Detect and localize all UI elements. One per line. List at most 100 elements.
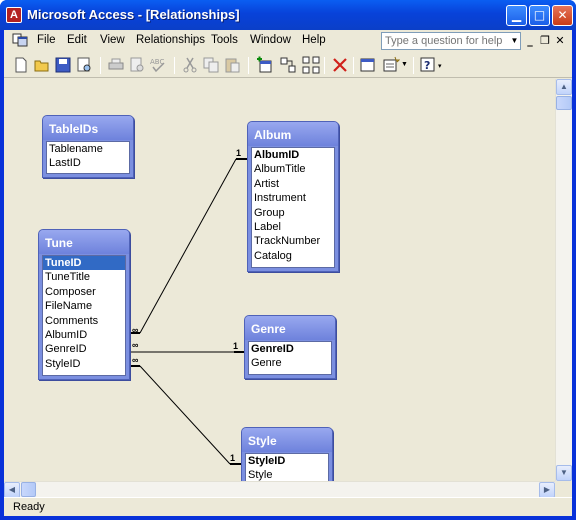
relationships-workspace: ∞ 1 ∞ 1 ∞ 1 TableIDs Tablename LastID Al… xyxy=(4,79,572,497)
field-artist[interactable]: Artist xyxy=(252,177,334,191)
title-bar: A Microsoft Access - [Relationships] ▁ □… xyxy=(0,0,576,30)
new-object-dropdown-icon[interactable]: ▼ xyxy=(401,56,409,74)
scroll-down-icon[interactable]: ▼ xyxy=(556,465,572,481)
save-icon[interactable] xyxy=(54,56,72,74)
field-list: TuneID TuneTitle Composer FileName Comme… xyxy=(42,255,126,376)
field-composer[interactable]: Composer xyxy=(43,285,125,299)
menu-edit[interactable]: Edit xyxy=(67,34,87,46)
table-tune[interactable]: Tune TuneID TuneTitle Composer FileName … xyxy=(38,229,130,380)
one-marker-genre: 1 xyxy=(233,341,239,351)
table-tableids[interactable]: TableIDs Tablename LastID xyxy=(42,115,134,178)
table-title[interactable]: Tune xyxy=(39,230,129,254)
access-app-icon[interactable]: A xyxy=(6,7,22,23)
table-album[interactable]: Album AlbumID AlbumTitle Artist Instrume… xyxy=(247,121,339,272)
field-catalog[interactable]: Catalog xyxy=(252,249,334,263)
menu-help-label: Help xyxy=(302,34,326,46)
one-marker-album: 1 xyxy=(236,148,242,158)
table-title[interactable]: Style xyxy=(242,428,332,452)
child-restore-button[interactable]: ❐ xyxy=(539,34,551,47)
toolbar-options-icon[interactable]: ▾ xyxy=(438,56,446,74)
field-genreid[interactable]: GenreID xyxy=(249,342,331,356)
scroll-up-icon[interactable]: ▲ xyxy=(556,79,572,95)
new-icon[interactable] xyxy=(12,56,30,74)
database-window-icon[interactable] xyxy=(359,56,377,74)
scroll-left-icon[interactable]: ◀ xyxy=(4,482,20,497)
new-object-icon[interactable] xyxy=(382,56,400,74)
minimize-button[interactable]: ▁ xyxy=(506,5,527,26)
status-bar: Ready xyxy=(4,497,572,516)
preview-icon[interactable] xyxy=(128,56,146,74)
menu-help[interactable]: Help xyxy=(302,34,326,46)
vertical-scrollbar[interactable]: ▲ ▼ xyxy=(555,79,572,481)
menu-file[interactable]: File xyxy=(37,34,56,46)
field-genre[interactable]: Genre xyxy=(249,356,331,370)
table-genre[interactable]: Genre GenreID Genre xyxy=(244,315,336,379)
table-title[interactable]: Genre xyxy=(245,316,335,340)
many-marker-album: ∞ xyxy=(132,325,139,335)
toolbar-separator xyxy=(248,57,249,74)
paste-icon[interactable] xyxy=(223,56,241,74)
one-marker-style: 1 xyxy=(230,453,236,463)
vertical-scroll-thumb[interactable] xyxy=(556,96,572,110)
field-styleid[interactable]: StyleID xyxy=(43,357,125,371)
menu-view-label: View xyxy=(100,34,125,46)
close-button[interactable]: ✕ xyxy=(552,5,573,26)
field-albumid[interactable]: AlbumID xyxy=(252,148,334,162)
field-genreid[interactable]: GenreID xyxy=(43,342,125,356)
open-icon[interactable] xyxy=(33,56,51,74)
show-table-icon[interactable] xyxy=(255,56,273,74)
child-minimize-button[interactable]: _ xyxy=(524,34,536,47)
show-direct-icon[interactable] xyxy=(279,56,297,74)
field-lastid[interactable]: LastID xyxy=(47,156,129,170)
field-group[interactable]: Group xyxy=(252,206,334,220)
field-tracknumber[interactable]: TrackNumber xyxy=(252,234,334,248)
field-filename[interactable]: FileName xyxy=(43,299,125,313)
field-styleid[interactable]: StyleID xyxy=(246,454,328,468)
many-marker-style: ∞ xyxy=(132,355,139,365)
toolbar: ABC ▼ ? ▾ xyxy=(4,53,572,78)
field-albumtitle[interactable]: AlbumTitle xyxy=(252,162,334,176)
toolbar-separator xyxy=(353,57,354,74)
toolbar-separator xyxy=(174,57,175,74)
menu-relationships[interactable]: Relationships xyxy=(136,34,205,46)
relationships-canvas[interactable]: ∞ 1 ∞ 1 ∞ 1 TableIDs Tablename LastID Al… xyxy=(4,79,555,491)
spelling-icon[interactable]: ABC xyxy=(149,56,167,74)
field-comments[interactable]: Comments xyxy=(43,314,125,328)
help-question-input[interactable] xyxy=(381,32,521,50)
field-albumid[interactable]: AlbumID xyxy=(43,328,125,342)
menu-bar: File Edit View Relationships Tools Windo… xyxy=(4,30,572,52)
svg-text:?: ? xyxy=(424,59,430,72)
show-all-icon[interactable] xyxy=(302,56,320,74)
scrollbar-corner xyxy=(555,481,572,497)
copy-icon[interactable] xyxy=(202,56,220,74)
access-window: A Microsoft Access - [Relationships] ▁ □… xyxy=(0,0,576,520)
cut-icon[interactable] xyxy=(181,56,199,74)
menu-view[interactable]: View xyxy=(100,34,125,46)
menu-edit-label: Edit xyxy=(67,34,87,46)
maximize-button[interactable]: □ xyxy=(529,5,550,26)
field-instrument[interactable]: Instrument xyxy=(252,191,334,205)
field-tunetitle[interactable]: TuneTitle xyxy=(43,270,125,284)
horizontal-scroll-thumb[interactable] xyxy=(21,482,36,497)
field-label[interactable]: Label xyxy=(252,220,334,234)
delete-icon[interactable] xyxy=(331,56,349,74)
status-text: Ready xyxy=(13,501,45,513)
table-title[interactable]: Album xyxy=(248,122,338,146)
child-close-button[interactable]: ✕ xyxy=(554,34,566,47)
field-tuneid[interactable]: TuneID xyxy=(43,256,125,271)
scroll-right-icon[interactable]: ▶ xyxy=(539,482,555,497)
field-tablename[interactable]: Tablename xyxy=(47,142,129,156)
relationships-window-icon[interactable] xyxy=(12,33,28,48)
table-title[interactable]: TableIDs xyxy=(43,116,133,140)
field-list: GenreID Genre xyxy=(248,341,332,375)
help-icon[interactable]: ? xyxy=(419,56,437,74)
menu-window[interactable]: Window xyxy=(250,34,291,46)
print-preview-icon[interactable] xyxy=(75,56,93,74)
menu-window-label: Window xyxy=(250,34,291,46)
field-list: AlbumID AlbumTitle Artist Instrument Gro… xyxy=(251,147,335,268)
menu-tools[interactable]: Tools xyxy=(211,34,238,46)
horizontal-scrollbar[interactable]: ◀ ▶ xyxy=(4,481,555,497)
print-icon[interactable] xyxy=(107,56,125,74)
help-dropdown-icon[interactable]: ▼ xyxy=(509,33,520,49)
relationship-line-style xyxy=(139,365,231,465)
